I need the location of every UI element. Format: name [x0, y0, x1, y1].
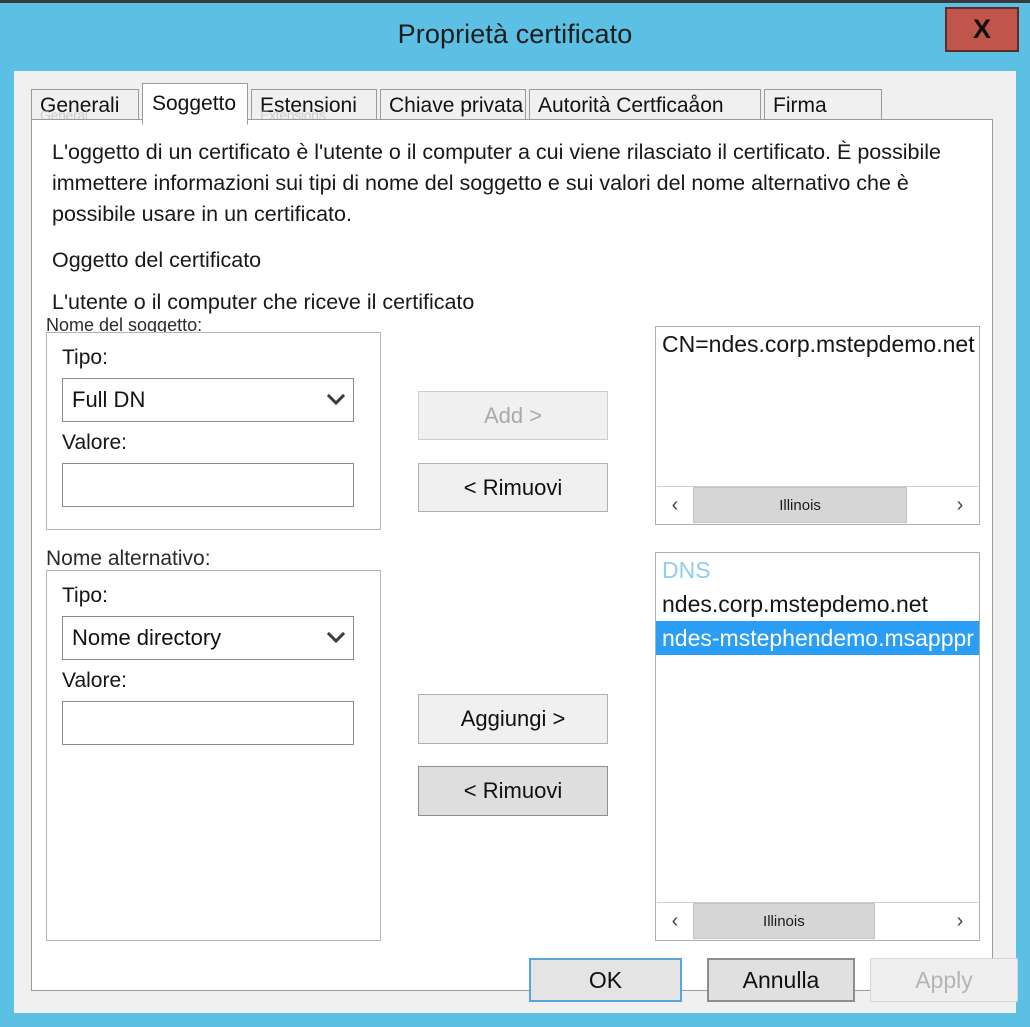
tab-label: Chiave privata	[389, 94, 524, 117]
subject-value-input[interactable]	[62, 463, 354, 507]
list-item-selected[interactable]: ndes-mstephendemo.msapppr	[656, 621, 979, 655]
subject-type-value: Full DN	[72, 387, 146, 412]
close-button[interactable]: X	[945, 7, 1019, 52]
scroll-track[interactable]: Illinois	[693, 903, 942, 939]
apply-button[interactable]: Apply	[870, 958, 1018, 1002]
list-item[interactable]: ndes.corp.mstepdemo.net	[656, 587, 979, 621]
tab-panel-soggetto: L'oggetto di un certificato è l'utente o…	[31, 119, 993, 991]
tab-soggetto[interactable]: Soggetto	[142, 83, 248, 125]
tab-generali[interactable]: Generali General	[31, 89, 139, 123]
panel-subheading: L'utente o il computer che riceve il cer…	[52, 290, 475, 314]
button-label: OK	[588, 966, 623, 993]
scroll-right-arrow-icon[interactable]: ›	[942, 903, 978, 939]
subject-list-items: CN=ndes.corp.mstepdemo.net	[656, 327, 979, 486]
chevron-down-icon	[319, 632, 353, 644]
tab-firma[interactable]: Firma	[764, 89, 882, 123]
alternative-name-group-label: Nome alternativo:	[46, 547, 211, 570]
tab-strip: Generali General Soggetto Estensioni Ext…	[31, 83, 885, 125]
close-icon: X	[972, 14, 991, 44]
subject-type-combo[interactable]: Full DN	[62, 378, 354, 422]
dialog-body: Generali General Soggetto Estensioni Ext…	[14, 71, 1018, 1013]
button-label: < Rimuovi	[463, 474, 563, 500]
alternative-name-listbox[interactable]: DNS ndes.corp.mstepdemo.net ndes-mstephe…	[655, 552, 980, 941]
scroll-track[interactable]: Illinois	[693, 487, 942, 523]
alt-list-items: DNS ndes.corp.mstepdemo.net ndes-mstephe…	[656, 553, 979, 902]
tab-label: Autorità Certficaåon	[538, 94, 724, 117]
panel-intro-text: L'oggetto di un certificato è l'utente o…	[52, 140, 941, 226]
ok-button[interactable]: OK	[529, 958, 682, 1002]
tab-label: Soggetto	[152, 92, 237, 115]
tab-label: Generali	[40, 94, 120, 117]
subject-value-label: Valore:	[62, 431, 127, 454]
alt-type-value: Nome directory	[72, 625, 222, 650]
alt-add-button[interactable]: Aggiungi >	[418, 694, 608, 744]
tab-label: Firma	[773, 94, 827, 117]
scroll-thumb[interactable]: Illinois	[693, 487, 908, 523]
chevron-down-icon	[319, 394, 353, 406]
screen: Proprietà certificato X Generali General…	[0, 0, 1030, 1027]
scroll-left-arrow-icon[interactable]: ‹	[657, 903, 693, 939]
alt-remove-button[interactable]: < Rimuovi	[418, 766, 608, 816]
window-frame: Proprietà certificato X Generali General…	[0, 0, 1030, 1027]
tab-label: Estensioni	[260, 94, 357, 117]
alt-type-combo[interactable]: Nome directory	[62, 616, 354, 660]
subject-name-listbox[interactable]: CN=ndes.corp.mstepdemo.net ‹ Illinois ›	[655, 326, 980, 525]
button-label: Apply	[915, 966, 973, 993]
subject-add-button[interactable]: Add >	[418, 391, 608, 440]
cancel-button[interactable]: Annulla	[707, 958, 855, 1002]
subject-type-label: Tipo:	[62, 346, 108, 369]
tab-autorita-certificazione[interactable]: Autorità Certficaåon	[529, 89, 761, 123]
scroll-left-arrow-icon[interactable]: ‹	[657, 487, 693, 523]
title-bar: Proprietà certificato X	[0, 3, 1030, 71]
scroll-right-arrow-icon[interactable]: ›	[942, 487, 978, 523]
button-label: Aggiungi >	[460, 706, 566, 731]
subject-list-hscrollbar[interactable]: ‹ Illinois ›	[657, 486, 978, 523]
button-label: Annulla	[742, 966, 820, 993]
tab-estensioni[interactable]: Estensioni Extensions	[251, 89, 377, 123]
button-label: Add >	[483, 402, 543, 428]
alt-type-label: Tipo:	[62, 584, 108, 607]
scroll-thumb[interactable]: Illinois	[693, 903, 875, 939]
button-label: < Rimuovi	[463, 778, 563, 803]
panel-heading: Oggetto del certificato	[52, 248, 262, 272]
window-title: Proprietà certificato	[397, 19, 633, 49]
alternative-name-group: Tipo: Nome directory Valore:	[46, 570, 381, 941]
subject-name-group: Tipo: Full DN Valore:	[46, 332, 381, 530]
subject-remove-button[interactable]: < Rimuovi	[418, 463, 608, 512]
alt-list-hscrollbar[interactable]: ‹ Illinois ›	[657, 902, 978, 939]
list-item-group-header: DNS	[662, 557, 711, 583]
list-item[interactable]: CN=ndes.corp.mstepdemo.net	[656, 327, 979, 361]
alt-value-label: Valore:	[62, 669, 127, 692]
tab-chiave-privata[interactable]: Chiave privata	[380, 89, 526, 123]
alt-value-input[interactable]	[62, 701, 354, 745]
